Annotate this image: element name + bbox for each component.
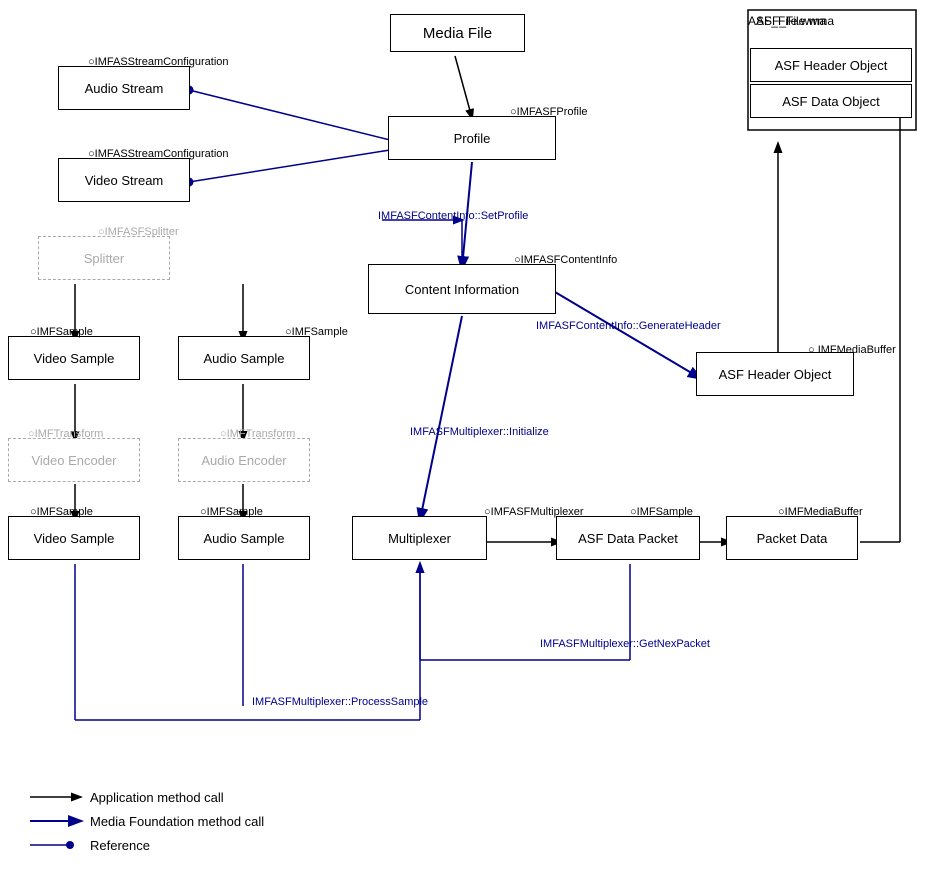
generate-header-label: IMFASFContentInfo::GenerateHeader [536, 320, 721, 332]
get-nex-packet-label: IMFASFMultiplexer::GetNexPacket [540, 638, 710, 650]
splitter-box: Splitter [38, 236, 170, 280]
imfas-stream-config-video-label: ○IMFASStreamConfiguration [88, 148, 229, 160]
media-file-box: Media File [390, 14, 525, 52]
imfsample-asf-label: ○IMFSample [630, 506, 693, 518]
legend-item-ref: Reference [30, 837, 264, 853]
imf-transform-audio-label: ○IMFTransform [220, 428, 295, 440]
set-profile-label: IMFASFContentInfo::SetProfile [378, 210, 528, 222]
imfsample-video2-label: ○IMFSample [30, 506, 93, 518]
profile-box: Profile [388, 116, 556, 160]
legend-item-mf: Media Foundation method call [30, 813, 264, 829]
legend-blue-arrow-svg [30, 813, 90, 829]
legend-ref-label: Reference [90, 838, 150, 853]
imf-media-buffer-packet-label: ○IMFMediaBuffer [778, 506, 863, 518]
multiplexer-box: Multiplexer [352, 516, 487, 560]
imf-media-buffer-label: ○ IMFMediaBuffer [808, 344, 896, 356]
legend-app-label: Application method call [90, 790, 224, 805]
asf-data-packet-box: ASF Data Packet [556, 516, 700, 560]
video-sample-2-box: Video Sample [8, 516, 140, 560]
imf-transform-video-label: ○IMFTransform [28, 428, 103, 440]
imfsample-audio2-label: ○IMFSample [200, 506, 263, 518]
initialize-label: IMFASFMultiplexer::Initialize [410, 426, 549, 438]
legend-mf-label: Media Foundation method call [90, 814, 264, 829]
packet-data-box: Packet Data [726, 516, 858, 560]
imfasf-splitter-label: ○IMFASFSplitter [98, 226, 179, 238]
audio-sample-1-box: Audio Sample [178, 336, 310, 380]
asf-data-obj: ASF Data Object [750, 84, 912, 118]
asf-header-obj-top: ASF Header Object [750, 48, 912, 82]
video-stream-box: Video Stream [58, 158, 190, 202]
audio-sample-2-box: Audio Sample [178, 516, 310, 560]
asf-header-obj-mid-box: ASF Header Object [696, 352, 854, 396]
content-info-box: Content Information [368, 264, 556, 314]
audio-stream-box: Audio Stream [58, 66, 190, 110]
video-encoder-box: Video Encoder [8, 438, 140, 482]
video-sample-1-box: Video Sample [8, 336, 140, 380]
legend: Application method call Media Foundation… [30, 789, 264, 861]
asf-file-wma-text: ASF_File.wma [748, 14, 826, 28]
diagram-container: ASF_File.wma ASF_File.wma ASF Header Obj… [0, 0, 942, 891]
imfas-stream-config-audio-label: ○IMFASStreamConfiguration [88, 56, 229, 68]
imfsample-audio1-label: ○IMFSample [285, 326, 348, 338]
legend-dot-svg [30, 837, 90, 853]
imfsample-video1-label: ○IMFSample [30, 326, 93, 338]
legend-item-app: Application method call [30, 789, 264, 805]
audio-encoder-box: Audio Encoder [178, 438, 310, 482]
process-sample-label: IMFASFMultiplexer::ProcessSample [252, 696, 428, 708]
imfasf-content-info-label: ○IMFASFContentInfo [514, 254, 617, 266]
legend-black-arrow-svg [30, 789, 90, 805]
imfasf-profile-label: ○IMFASFProfile [510, 106, 588, 118]
